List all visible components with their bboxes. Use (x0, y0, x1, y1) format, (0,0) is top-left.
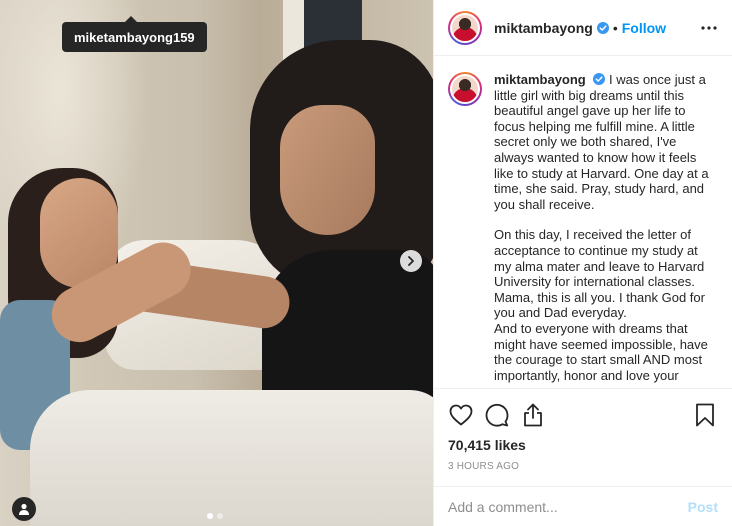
post-header: miktambayong • Follow (434, 0, 732, 56)
carousel-dots (207, 513, 223, 519)
share-icon (524, 403, 542, 427)
caption-paragraph-2: On this day, I received the letter of ac… (494, 227, 705, 321)
header-separator: • (612, 19, 618, 36)
caption-verified-icon (593, 73, 606, 85)
carousel-dot (217, 513, 223, 519)
bookmark-icon (696, 403, 714, 427)
post-photo[interactable]: miketambayong159 (0, 0, 433, 526)
caption-username[interactable]: miktambayong (494, 72, 586, 87)
like-button[interactable] (448, 402, 474, 428)
likes-count[interactable]: 70,415 likes (448, 437, 718, 453)
post-actions: 70,415 likes 3 HOURS AGO (434, 388, 732, 486)
heart-icon (449, 404, 473, 426)
more-options-button[interactable] (700, 19, 718, 37)
user-tag-button[interactable] (12, 497, 36, 521)
save-button[interactable] (692, 402, 718, 428)
caption: miktambayong I was once just a little gi… (448, 72, 718, 383)
post-comment-button[interactable]: Post (688, 499, 718, 515)
caption-avatar[interactable] (448, 72, 482, 106)
header-username[interactable]: miktambayong (494, 20, 593, 36)
caption-area[interactable]: miktambayong I was once just a little gi… (434, 56, 732, 388)
avatar[interactable] (448, 10, 482, 45)
post-sidebar: miktambayong • Follow miktambayong I was… (433, 0, 732, 526)
carousel-dot-active (207, 513, 213, 519)
caption-text: miktambayong I was once just a little gi… (494, 72, 710, 383)
more-icon (701, 25, 717, 30)
post-timestamp[interactable]: 3 HOURS AGO (448, 461, 718, 486)
comment-button[interactable] (484, 402, 510, 428)
action-icons (448, 395, 718, 435)
share-button[interactable] (520, 402, 546, 428)
verified-icon (596, 21, 609, 34)
caption-paragraph-1: I was once just a little girl with big d… (494, 72, 709, 212)
carousel-next-button[interactable] (400, 250, 422, 272)
user-tag-icon (19, 503, 29, 515)
comment-icon (485, 403, 509, 427)
photo-bedsheet (30, 390, 433, 526)
caption-paragraph-3: And to everyone with dreams that might h… (494, 320, 708, 383)
tooltip-username[interactable]: miketambayong159 (74, 30, 195, 45)
chevron-right-icon (408, 256, 414, 266)
photo-mother-face (280, 105, 375, 235)
comment-box: Add a comment... Post (434, 486, 732, 526)
follow-button[interactable]: Follow (622, 20, 666, 36)
user-tag-tooltip[interactable]: miketambayong159 (62, 16, 207, 52)
instagram-post: miketambayong159 miktambayong • Follow m… (0, 0, 732, 526)
comment-input[interactable]: Add a comment... (448, 499, 688, 515)
